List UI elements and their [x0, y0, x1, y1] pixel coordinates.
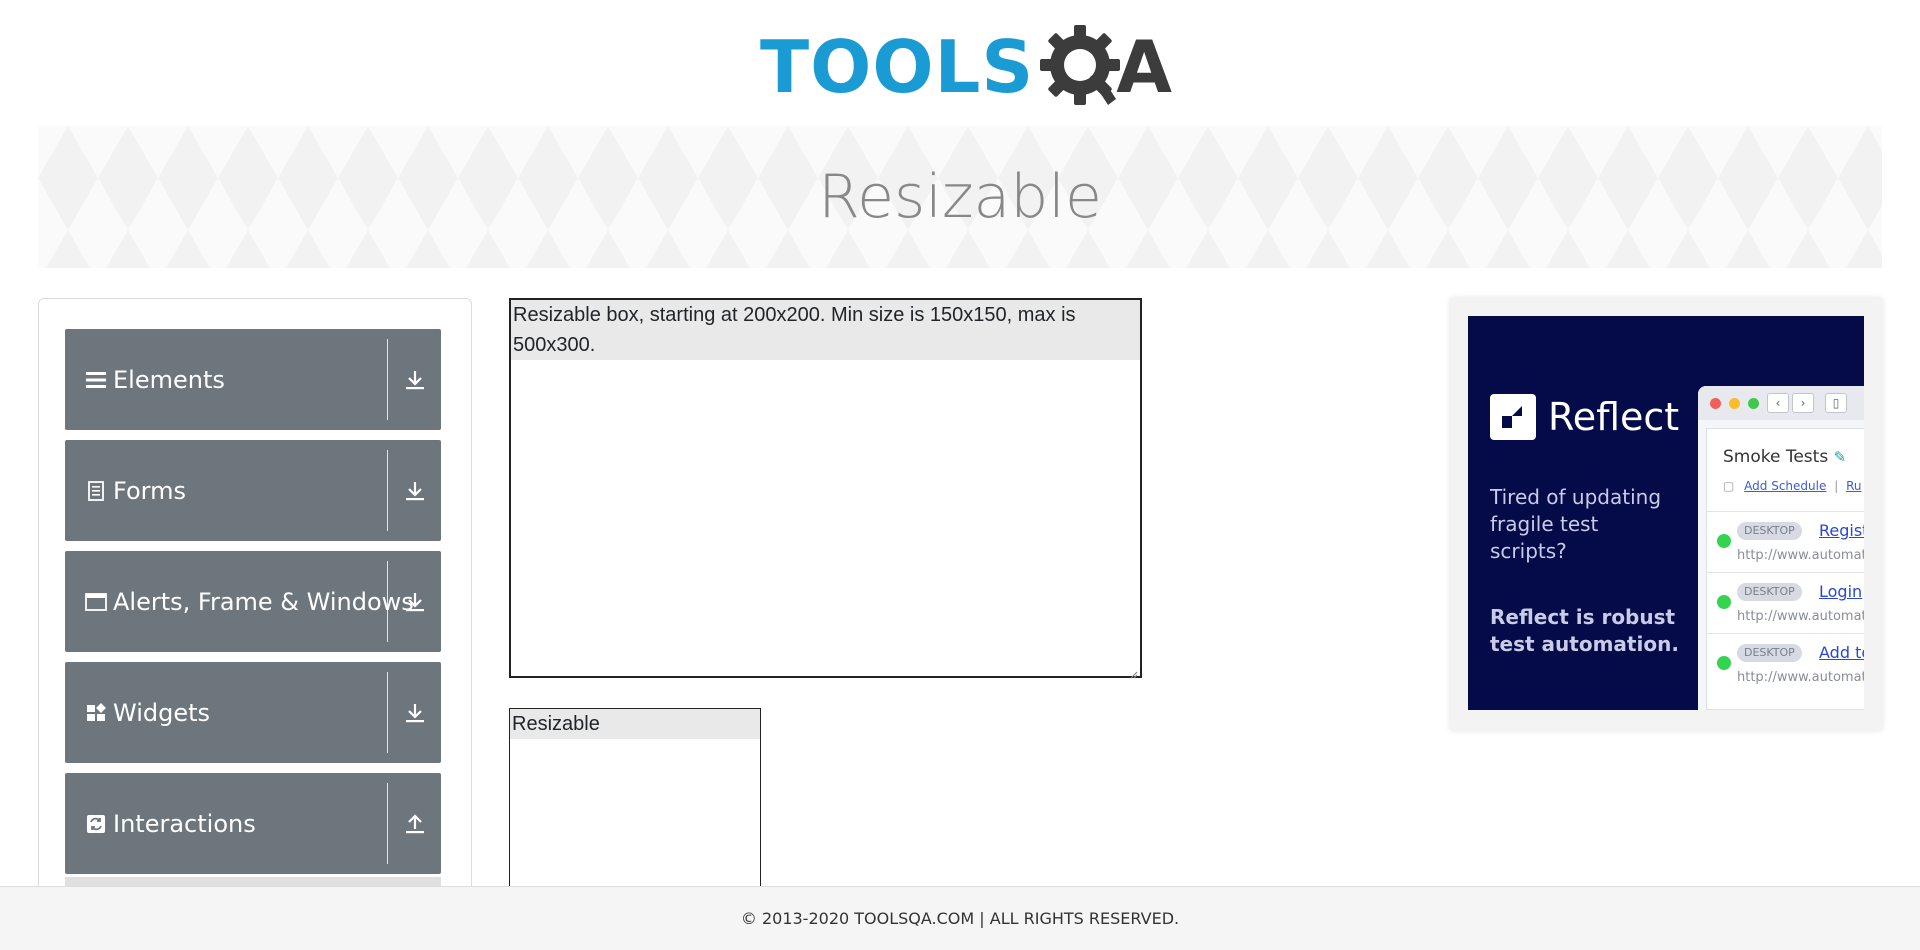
interactions-icon — [85, 813, 107, 835]
maximize-dot-icon — [1748, 397, 1759, 409]
calendar-icon: ▢ — [1723, 479, 1735, 493]
footer-copyright: © 2013-2020 TOOLSQA.COM | ALL RIGHTS RES… — [740, 909, 1180, 928]
test-name: Add to — [1819, 643, 1864, 662]
ad-app-titlebar: ‹ › ▯ — [1698, 386, 1864, 420]
ad-test-row: DESKTOP Add to http://www.automat — [1707, 633, 1864, 694]
resizable-box-restricted[interactable]: Resizable box, starting at 200x200. Min … — [509, 298, 1142, 679]
sidebar-group-alerts-frame-windows[interactable]: Alerts, Frame & Windows — [65, 551, 441, 652]
platform-badge: DESKTOP — [1737, 583, 1802, 601]
hamburger-icon — [85, 369, 107, 391]
add-schedule-link: Add Schedule — [1744, 479, 1827, 493]
resize-handle-icon[interactable] — [1128, 664, 1138, 679]
reflect-advertisement[interactable]: Reflect Tired of updating fragile test s… — [1468, 316, 1864, 710]
test-name: Registr — [1819, 521, 1864, 540]
download-icon[interactable] — [388, 662, 441, 763]
status-dot-icon — [1717, 656, 1731, 670]
test-name: Login — [1819, 582, 1863, 601]
ad-tagline-statement: Reflect is robust test automation. — [1490, 605, 1679, 656]
resizable-box-free[interactable]: Resizable — [509, 708, 761, 908]
sidebar-toggle-icon: ▯ — [1825, 393, 1847, 413]
sidebar-group-forms[interactable]: Forms — [65, 440, 441, 541]
status-dot-icon — [1717, 595, 1731, 609]
upload-icon[interactable] — [388, 773, 441, 874]
reflect-logo: Reflect — [1490, 394, 1679, 440]
run-link: Ru — [1846, 479, 1862, 493]
logo-text-tools: TOOLS — [760, 25, 1035, 109]
status-dot-icon — [1717, 534, 1731, 548]
ad-test-row: DESKTOP Registr http://www.automat — [1707, 511, 1864, 572]
test-url: http://www.automat — [1737, 548, 1864, 563]
download-icon[interactable] — [388, 440, 441, 541]
sidebar-group-widgets[interactable]: Widgets — [65, 662, 441, 763]
sidebar-group-interactions[interactable]: Interactions — [65, 773, 441, 874]
platform-badge: DESKTOP — [1737, 522, 1802, 540]
test-url: http://www.automat — [1737, 609, 1864, 624]
download-icon[interactable] — [388, 329, 441, 430]
pencil-icon: ✎ — [1833, 448, 1847, 466]
ad-tagline-question: Tired of updating fragile test scripts? — [1490, 485, 1662, 563]
test-url: http://www.automat — [1737, 670, 1864, 685]
download-icon[interactable] — [388, 551, 441, 652]
footer: © 2013-2020 TOOLSQA.COM | ALL RIGHTS RES… — [0, 886, 1920, 950]
toolsqa-logo[interactable]: TOOLS QA A — [760, 20, 1172, 114]
ad-app-preview: ‹ › ▯ Smoke Tests ✎ ▢ Add Schedule | Ru … — [1698, 386, 1864, 710]
back-icon: ‹ — [1767, 393, 1789, 413]
widgets-icon — [85, 702, 107, 724]
page-banner: Resizable — [38, 126, 1882, 268]
close-dot-icon — [1710, 397, 1721, 409]
reflect-logo-icon — [1490, 394, 1536, 440]
forward-icon: › — [1792, 393, 1814, 413]
minimize-dot-icon — [1729, 397, 1740, 409]
reflect-brand: Reflect — [1548, 395, 1680, 439]
gear-logo-icon — [1036, 21, 1128, 113]
page-title: Resizable — [818, 162, 1102, 232]
window-icon — [85, 591, 107, 613]
header: TOOLS QA A — [0, 0, 1920, 126]
platform-badge: DESKTOP — [1737, 644, 1802, 662]
separator: | — [1834, 479, 1839, 493]
ad-test-row: DESKTOP Login http://www.automat — [1707, 572, 1864, 633]
resizable-box-free-text: Resizable — [510, 709, 760, 739]
ad-app-title: Smoke Tests ✎ — [1723, 447, 1847, 467]
advertisement-frame: Reflect Tired of updating fragile test s… — [1450, 298, 1882, 730]
document-icon — [85, 480, 107, 502]
sidebar: Elements Forms Alerts, Frame & Windows W… — [38, 298, 472, 918]
ad-app-panel: Smoke Tests ✎ ▢ Add Schedule | Ru DESKTO… — [1706, 428, 1864, 710]
resizable-box-restricted-text: Resizable box, starting at 200x200. Min … — [511, 300, 1140, 360]
sidebar-group-elements[interactable]: Elements — [65, 329, 441, 430]
ad-schedule-row: ▢ Add Schedule | Ru — [1723, 479, 1861, 493]
